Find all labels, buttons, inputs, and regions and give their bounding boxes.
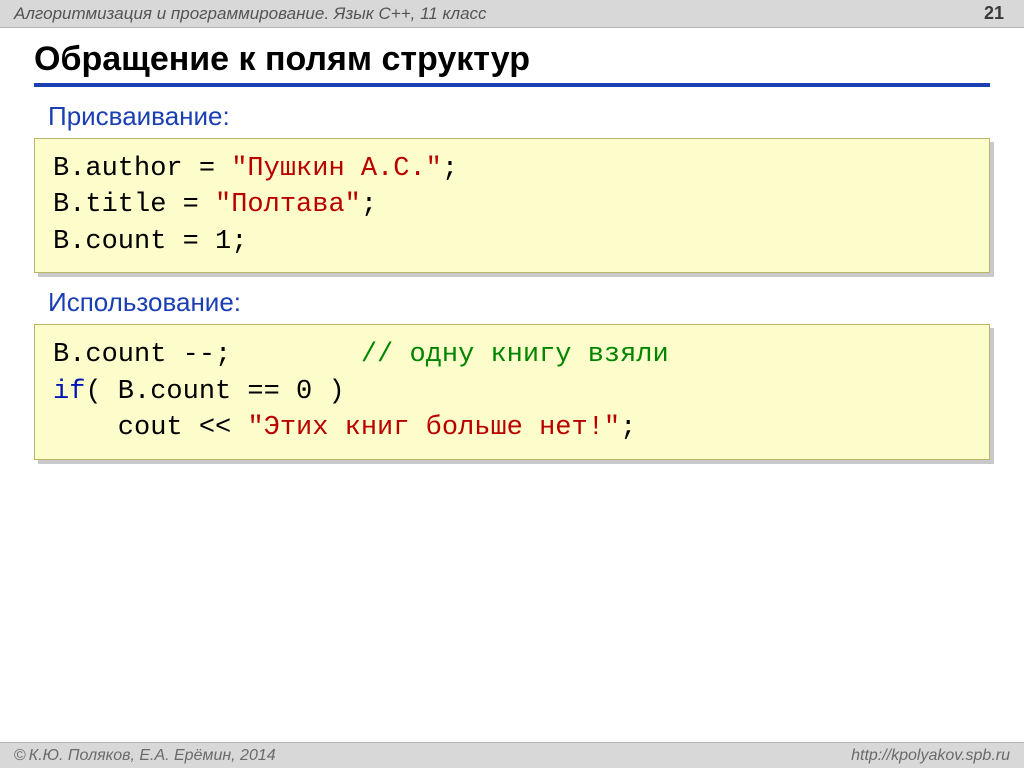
code-text: B.title = xyxy=(53,190,215,220)
slide-title: Обращение к полям структур xyxy=(34,40,990,79)
code-string: "Этих книг больше нет!" xyxy=(247,413,620,443)
course-title: Алгоритмизация и программирование. Язык … xyxy=(14,4,487,24)
code-text: B.count = xyxy=(53,227,215,257)
copyright-icon: © xyxy=(14,747,26,765)
code-number: 1 xyxy=(215,227,231,257)
code-string: "Полтава" xyxy=(215,190,361,220)
title-rule xyxy=(34,83,990,87)
code-text: ( B.count == 0 ) xyxy=(85,377,344,407)
code-text: B.count --; xyxy=(53,340,361,370)
code-keyword: if xyxy=(53,377,85,407)
slide: Алгоритмизация и программирование. Язык … xyxy=(0,0,1024,768)
code-text: ; xyxy=(231,227,247,257)
page-number: 21 xyxy=(984,3,1010,24)
code-comment: // одну книгу взяли xyxy=(361,340,669,370)
footer: © К.Ю. Поляков, Е.А. Ерёмин, 2014 http:/… xyxy=(0,742,1024,768)
code-text: ; xyxy=(361,190,377,220)
code-text: B.author = xyxy=(53,154,231,184)
content-area: Обращение к полям структур Присваивание:… xyxy=(0,28,1024,460)
section-assignment-label: Присваивание: xyxy=(48,101,990,132)
footer-authors-text: К.Ю. Поляков, Е.А. Ерёмин, 2014 xyxy=(29,747,276,765)
code-text: ; xyxy=(620,413,636,443)
section-usage-label: Использование: xyxy=(48,287,990,318)
topbar: Алгоритмизация и программирование. Язык … xyxy=(0,0,1024,28)
footer-url: http://kpolyakov.spb.ru xyxy=(851,747,1010,765)
code-text: cout << xyxy=(53,413,247,443)
code-assignment: B.author = "Пушкин А.С."; B.title = "Пол… xyxy=(34,138,990,273)
code-string: "Пушкин А.С." xyxy=(231,154,442,184)
code-usage: B.count --; // одну книгу взяли if( B.co… xyxy=(34,324,990,459)
code-text: ; xyxy=(442,154,458,184)
footer-authors: © К.Ю. Поляков, Е.А. Ерёмин, 2014 xyxy=(14,747,276,765)
